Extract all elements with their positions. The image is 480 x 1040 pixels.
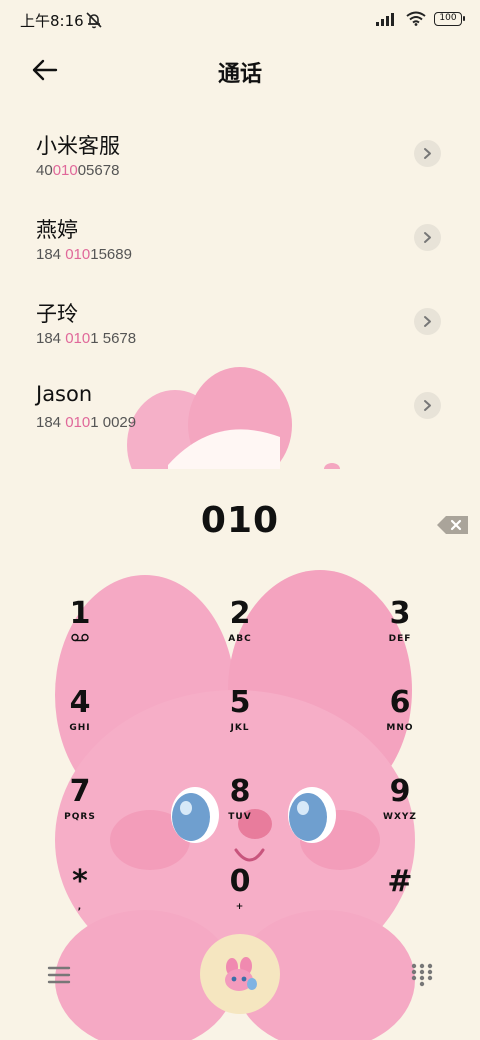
signal-icon xyxy=(376,12,394,26)
key-1[interactable]: 1 xyxy=(35,596,125,666)
key-digit: 5 xyxy=(229,685,251,720)
key-digit: 7 xyxy=(69,774,91,809)
key-letters: MNO xyxy=(386,723,414,733)
backspace-icon[interactable] xyxy=(436,514,470,536)
contact-number: 4001005678 xyxy=(36,162,119,179)
key-letters: ABC xyxy=(228,634,252,644)
key-digit: 8 xyxy=(229,774,251,809)
key-digit: 9 xyxy=(389,774,411,809)
keypad-grid-icon[interactable] xyxy=(411,963,433,987)
key-letters: TUV xyxy=(228,812,252,822)
contact-number: 184 0101 5678 xyxy=(36,330,136,347)
contact-name: 小米客服 xyxy=(36,134,120,158)
key-hash[interactable]: # xyxy=(355,864,445,934)
key-digit: 1 xyxy=(69,596,91,631)
key-digit: 6 xyxy=(389,685,411,720)
key-letters: DEF xyxy=(388,634,412,644)
number-prefix: 184 xyxy=(36,330,66,347)
key-digit: 4 xyxy=(69,685,91,720)
key-2[interactable]: 2 ABC xyxy=(195,596,285,666)
number-suffix: 1 5678 xyxy=(90,330,137,347)
status-bar: 上午8:16 100 xyxy=(0,0,480,40)
number-prefix: 184 xyxy=(36,246,66,263)
battery-level: 100 xyxy=(439,12,457,23)
number-match: 010 xyxy=(65,246,91,263)
menu-icon[interactable] xyxy=(46,964,72,986)
key-5[interactable]: 5 JKL xyxy=(195,685,285,755)
number-match: 010 xyxy=(65,414,91,431)
number-suffix: 05678 xyxy=(77,162,120,179)
contact-name: 子玲 xyxy=(36,302,78,326)
call-button[interactable] xyxy=(200,934,280,1014)
key-8[interactable]: 8 TUV xyxy=(195,774,285,844)
dial-input[interactable]: 010 xyxy=(0,500,480,552)
key-3[interactable]: 3 DEF xyxy=(355,596,445,666)
key-7[interactable]: 7 PQRS xyxy=(35,774,125,844)
mute-bell-icon xyxy=(86,12,102,29)
number-prefix: 40 xyxy=(36,162,53,179)
wifi-icon xyxy=(406,11,426,26)
key-digit: 2 xyxy=(229,596,251,631)
key-letters: JKL xyxy=(230,723,250,733)
key-6[interactable]: 6 MNO xyxy=(355,685,445,755)
status-time: 上午8:16 xyxy=(20,12,84,30)
contact-name: 燕婷 xyxy=(36,218,78,242)
key-star[interactable]: * , xyxy=(35,864,125,934)
key-letters: PQRS xyxy=(64,812,96,822)
chevron-right-icon[interactable] xyxy=(414,308,441,335)
contact-list: 小米客服 4001005678 燕婷 184 01015689 子玲 184 0… xyxy=(0,118,480,454)
contact-name: Jason xyxy=(36,382,93,406)
list-item[interactable]: Jason 184 0101 0029 xyxy=(0,370,480,454)
chevron-right-icon[interactable] xyxy=(414,392,441,419)
key-letters: + xyxy=(235,902,245,912)
key-letters: , xyxy=(77,902,83,912)
bottom-action-bar xyxy=(0,930,480,1040)
number-prefix: 184 xyxy=(36,414,66,431)
voicemail-icon xyxy=(71,633,89,642)
key-digit: 0 xyxy=(229,864,251,899)
key-0[interactable]: 0 + xyxy=(195,864,285,934)
contact-number: 184 01015689 xyxy=(36,246,132,263)
key-4[interactable]: 4 GHI xyxy=(35,685,125,755)
bunny-call-icon xyxy=(225,957,257,991)
key-9[interactable]: 9 WXYZ xyxy=(355,774,445,844)
key-digit: 3 xyxy=(389,596,411,631)
list-item[interactable]: 小米客服 4001005678 xyxy=(0,118,480,202)
key-letters: GHI xyxy=(69,723,91,733)
number-suffix: 15689 xyxy=(90,246,132,263)
number-match: 010 xyxy=(52,162,78,179)
chevron-right-icon[interactable] xyxy=(414,140,441,167)
list-item[interactable]: 子玲 184 0101 5678 xyxy=(0,286,480,370)
contact-number: 184 0101 0029 xyxy=(36,414,136,431)
list-item[interactable]: 燕婷 184 01015689 xyxy=(0,202,480,286)
key-letters: WXYZ xyxy=(383,812,417,822)
header: 通话 xyxy=(0,48,480,92)
page-title: 通话 xyxy=(217,62,262,87)
key-digit: * xyxy=(72,864,88,899)
number-suffix: 1 0029 xyxy=(90,414,137,431)
chevron-right-icon[interactable] xyxy=(414,224,441,251)
battery-icon: 100 xyxy=(434,11,465,26)
number-match: 010 xyxy=(65,330,91,347)
key-digit: # xyxy=(387,864,413,899)
